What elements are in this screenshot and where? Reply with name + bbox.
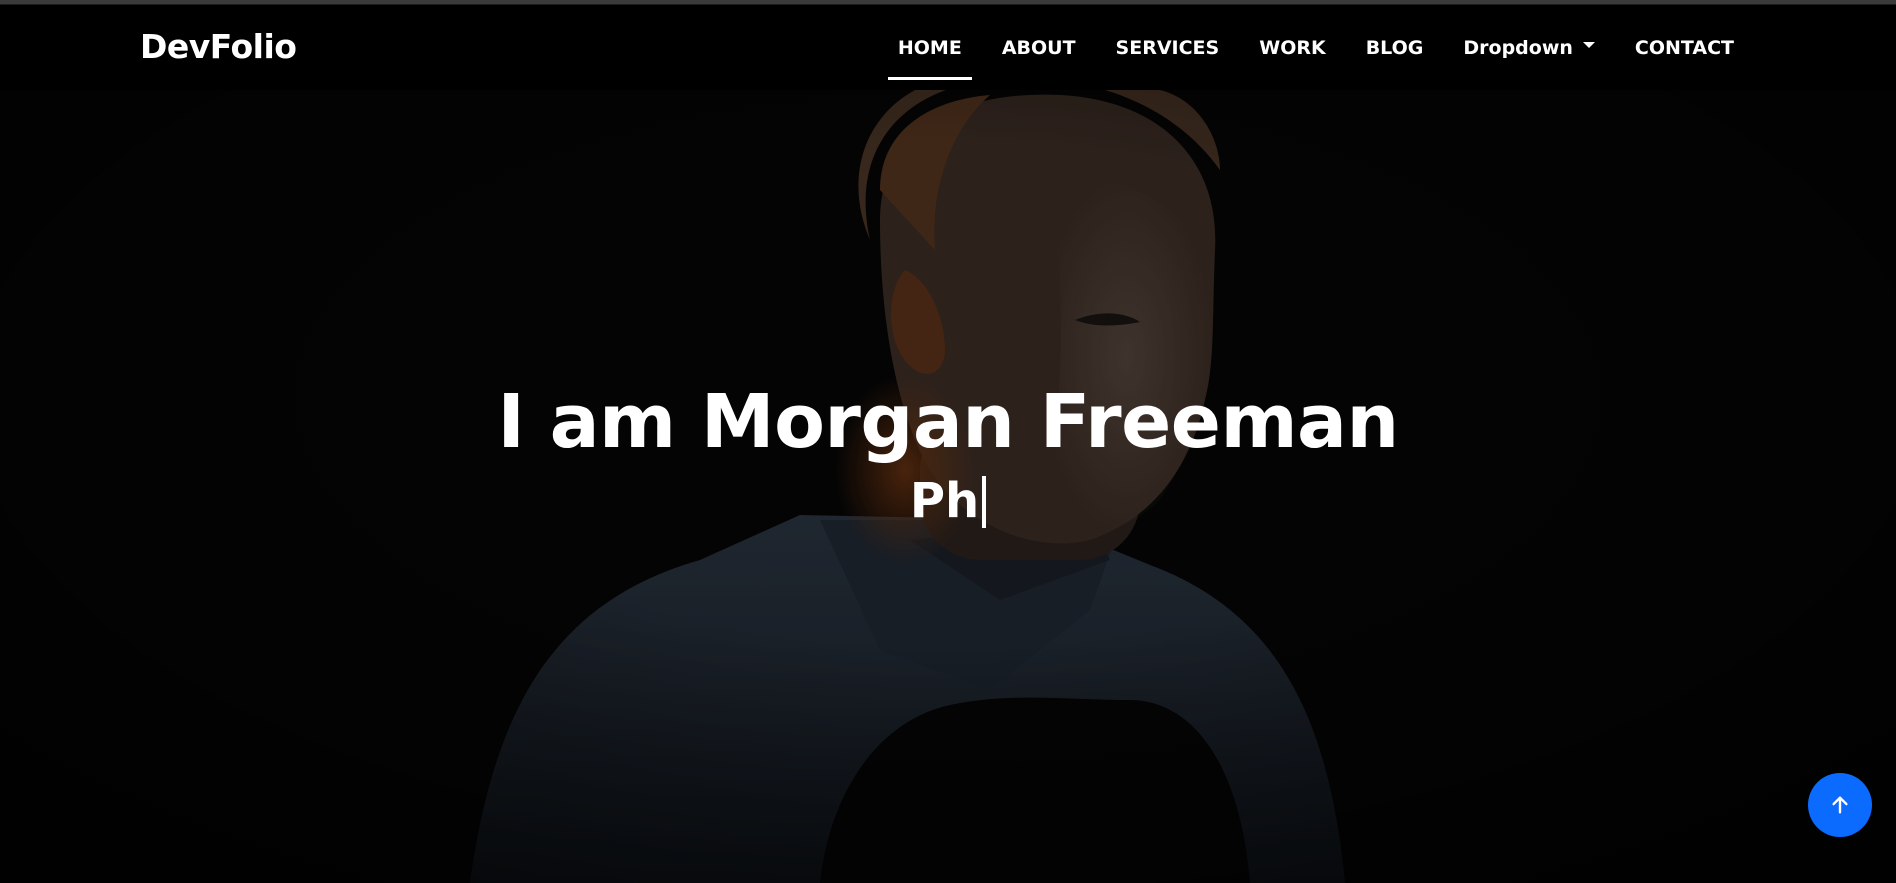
hero-section: I am Morgan Freeman Ph xyxy=(0,0,1896,883)
nav-item-services[interactable]: SERVICES xyxy=(1106,28,1230,68)
nav-item-about[interactable]: ABOUT xyxy=(992,28,1086,68)
nav-item-dropdown[interactable]: Dropdown xyxy=(1453,28,1605,68)
typed-text: Ph xyxy=(909,472,980,529)
nav-item-contact[interactable]: CONTACT xyxy=(1625,28,1744,68)
nav-item-home[interactable]: HOME xyxy=(887,28,972,80)
arrow-up-icon xyxy=(1832,796,1848,814)
nav-item-dropdown-label: Dropdown xyxy=(1463,36,1573,59)
window-top-edge xyxy=(0,0,1896,5)
nav-item-blog[interactable]: BLOG xyxy=(1356,28,1434,68)
typed-cursor xyxy=(982,475,987,528)
caret-down-icon xyxy=(1582,41,1595,48)
hero-typed-subtitle: Ph xyxy=(909,472,987,531)
back-to-top-button[interactable] xyxy=(1808,773,1872,837)
navbar: DevFolio HOME ABOUT SERVICES WORK BLOG D… xyxy=(0,5,1896,90)
nav-menu: HOME ABOUT SERVICES WORK BLOG Dropdown C… xyxy=(868,5,1744,90)
hero-content: I am Morgan Freeman Ph xyxy=(0,378,1896,530)
hero-title: I am Morgan Freeman xyxy=(497,379,1399,465)
nav-item-work[interactable]: WORK xyxy=(1249,28,1335,68)
brand-logo[interactable]: DevFolio xyxy=(140,27,297,67)
